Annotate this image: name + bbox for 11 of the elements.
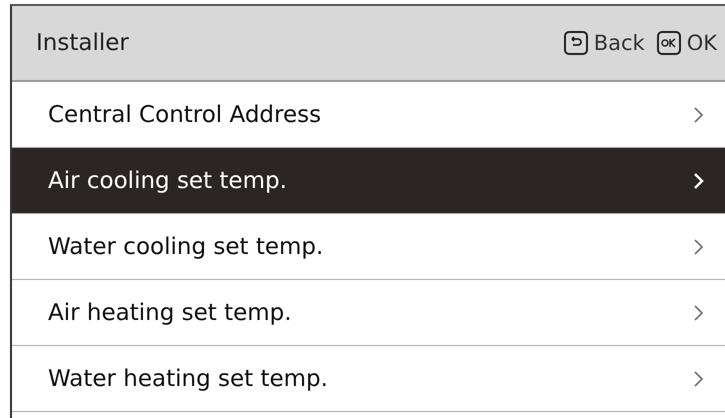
chevron-icon (693, 236, 705, 256)
chevron-icon (693, 170, 705, 190)
ok-key-icon (656, 31, 681, 55)
chevron-icon (693, 104, 705, 124)
return-key-icon (564, 31, 588, 55)
screen-title: Installer (36, 30, 129, 56)
chevron-icon (693, 302, 705, 322)
menu-item[interactable]: Air cooling set temp. (12, 148, 725, 214)
key-hint[interactable]: Back (564, 31, 645, 55)
key-hint[interactable]: OK (656, 31, 717, 55)
chevron-icon (693, 368, 705, 388)
